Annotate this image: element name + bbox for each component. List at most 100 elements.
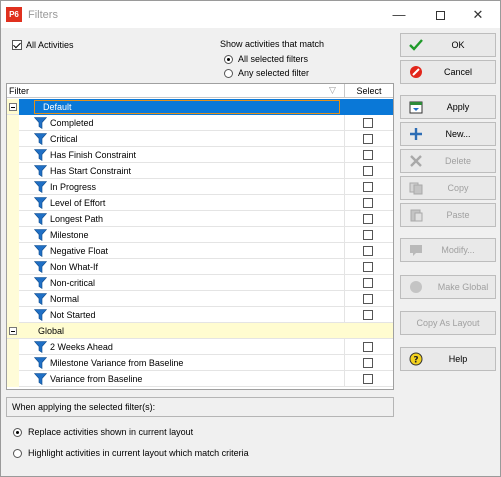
filter-funnel-icon (34, 261, 47, 273)
apply-button[interactable]: Apply (400, 95, 496, 119)
filter-row[interactable]: Has Finish Constraint (7, 147, 393, 163)
select-cell (344, 275, 393, 291)
row-indent (7, 115, 19, 131)
select-checkbox[interactable] (363, 310, 373, 320)
help-button[interactable]: ? Help (400, 347, 496, 371)
maximize-icon (435, 11, 445, 21)
select-cell (344, 291, 393, 307)
filter-row[interactable]: In Progress (7, 179, 393, 195)
filter-row[interactable]: Variance from Baseline (7, 371, 393, 387)
group-name: Default (43, 102, 72, 112)
match-all-option[interactable]: All selected filters (224, 54, 308, 64)
filter-name: Completed (50, 118, 94, 128)
filter-table: Filter ▽ Select Default Completed Critical… (6, 83, 394, 390)
filter-funnel-icon (34, 197, 47, 209)
filter-row[interactable]: Completed (7, 115, 393, 131)
cancel-icon (410, 66, 422, 78)
paste-button[interactable]: Paste (400, 203, 496, 227)
row-indent (7, 131, 19, 147)
group-row-global[interactable]: Global (7, 323, 393, 339)
select-cell (344, 355, 393, 371)
replace-option[interactable]: Replace activities shown in current layo… (13, 427, 193, 437)
group-row-default[interactable]: Default (7, 99, 393, 115)
filter-funnel-icon (34, 181, 47, 193)
filter-row[interactable]: Longest Path (7, 211, 393, 227)
close-button[interactable]: ✕ (463, 5, 493, 25)
match-any-radio[interactable] (224, 68, 233, 78)
match-any-option[interactable]: Any selected filter (224, 68, 309, 78)
filter-row[interactable]: Critical (7, 131, 393, 147)
copy-as-layout-button[interactable]: Copy As Layout (400, 311, 496, 335)
select-checkbox[interactable] (363, 166, 373, 176)
highlight-radio[interactable] (13, 448, 22, 458)
globe-icon (410, 281, 422, 293)
collapse-icon[interactable] (9, 103, 17, 111)
filter-funnel-icon (34, 245, 47, 257)
select-checkbox[interactable] (363, 198, 373, 208)
collapse-icon[interactable] (9, 327, 17, 335)
filter-name: Milestone Variance from Baseline (50, 358, 184, 368)
select-checkbox[interactable] (363, 134, 373, 144)
svg-text:?: ? (413, 356, 418, 366)
filters-dialog: P6 Filters — ✕ All Activities Show activ… (0, 0, 501, 477)
filter-name: Has Finish Constraint (50, 150, 137, 160)
modify-button[interactable]: Modify... (400, 238, 496, 262)
select-checkbox[interactable] (363, 150, 373, 160)
filter-row[interactable]: Negative Float (7, 243, 393, 259)
make-global-button[interactable]: Make Global (400, 275, 496, 299)
table-header: Filter ▽ Select (7, 84, 393, 98)
filter-options-panel: All Activities Show activities that matc… (6, 34, 393, 83)
filter-row[interactable]: Level of Effort (7, 195, 393, 211)
new-button[interactable]: New... (400, 122, 496, 146)
filter-row[interactable]: Non-critical (7, 275, 393, 291)
row-indent (7, 307, 19, 323)
select-checkbox[interactable] (363, 294, 373, 304)
filter-row[interactable]: Milestone (7, 227, 393, 243)
filter-row[interactable]: 2 Weeks Ahead (7, 339, 393, 355)
select-checkbox[interactable] (363, 262, 373, 272)
filter-funnel-icon (34, 293, 47, 305)
apply-options-header: When applying the selected filter(s): (6, 397, 394, 417)
filter-name: Variance from Baseline (50, 374, 143, 384)
select-checkbox[interactable] (363, 214, 373, 224)
select-checkbox[interactable] (363, 182, 373, 192)
match-any-label: Any selected filter (238, 68, 310, 78)
select-cell (344, 179, 393, 195)
select-checkbox[interactable] (363, 230, 373, 240)
filter-row[interactable]: Non What-If (7, 259, 393, 275)
cancel-button[interactable]: Cancel (400, 60, 496, 84)
select-checkbox[interactable] (363, 358, 373, 368)
select-checkbox[interactable] (363, 278, 373, 288)
ok-button[interactable]: OK (400, 33, 496, 57)
plus-icon (410, 128, 422, 140)
minimize-button[interactable]: — (384, 5, 414, 25)
maximize-button[interactable] (425, 5, 455, 25)
filter-row[interactable]: Milestone Variance from Baseline (7, 355, 393, 371)
filter-name: Milestone (50, 230, 89, 240)
match-all-radio[interactable] (224, 54, 233, 64)
select-cell (344, 115, 393, 131)
window-title: Filters (28, 9, 58, 21)
row-indent (7, 195, 19, 211)
sort-icon[interactable]: ▽ (329, 85, 336, 96)
column-header-filter[interactable]: Filter (9, 86, 29, 96)
column-header-select[interactable]: Select (345, 86, 393, 96)
filter-row[interactable]: Not Started (7, 307, 393, 323)
filter-row[interactable]: Has Start Constraint (7, 163, 393, 179)
copy-button[interactable]: Copy (400, 176, 496, 200)
all-activities-option[interactable]: All Activities (12, 40, 74, 50)
select-cell (344, 147, 393, 163)
select-checkbox[interactable] (363, 118, 373, 128)
delete-button[interactable]: Delete (400, 149, 496, 173)
filter-row[interactable]: Normal (7, 291, 393, 307)
select-checkbox[interactable] (363, 342, 373, 352)
select-checkbox[interactable] (363, 246, 373, 256)
all-activities-checkbox[interactable] (12, 40, 22, 50)
filter-name: Non What-If (50, 262, 99, 272)
replace-radio[interactable] (13, 427, 22, 437)
filter-name: Not Started (50, 310, 96, 320)
select-checkbox[interactable] (363, 374, 373, 384)
select-cell (344, 243, 393, 259)
apply-label: Apply (446, 102, 470, 112)
highlight-option[interactable]: Highlight activities in current layout w… (13, 448, 249, 458)
